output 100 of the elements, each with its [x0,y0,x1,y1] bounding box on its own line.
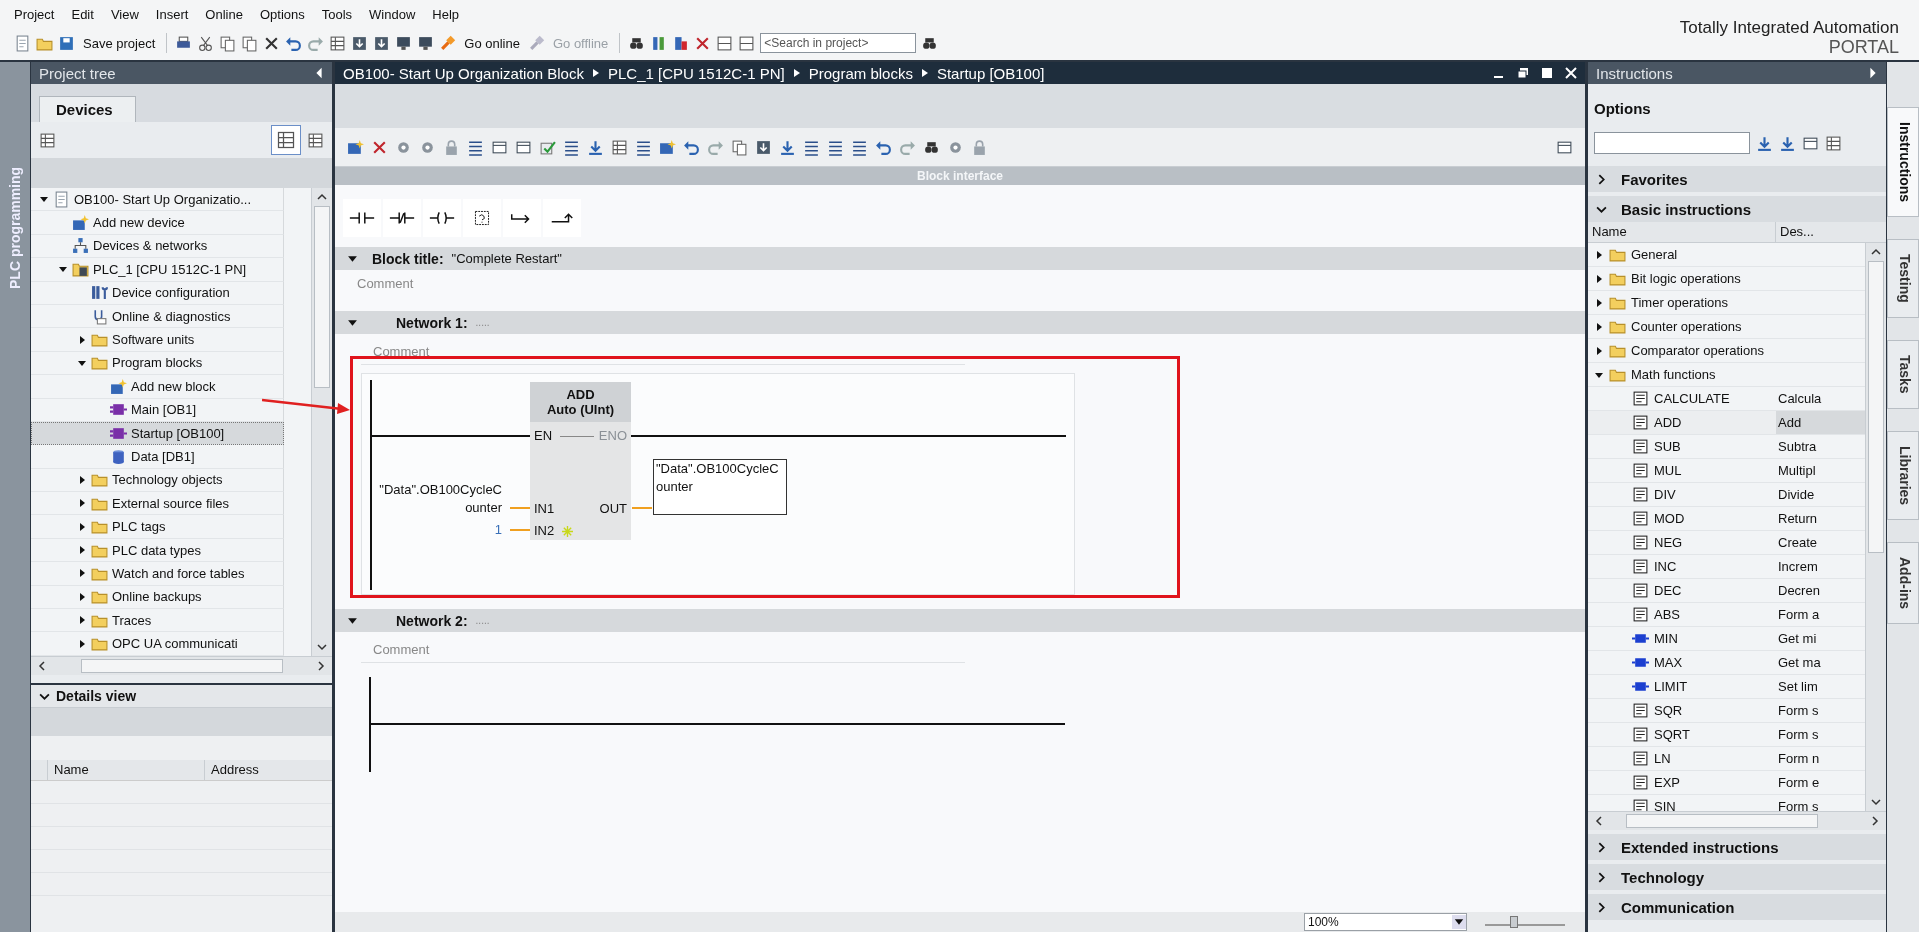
column-header[interactable]: Name [1588,222,1776,242]
open-branch-icon[interactable] [503,199,541,237]
coil-icon[interactable] [423,199,461,237]
scrollbar[interactable] [311,188,332,656]
tree-item[interactable]: Technology objects [31,468,284,493]
download-arrow-icon[interactable] [1756,134,1773,152]
tree-item[interactable]: External source files [31,492,284,516]
tree-item[interactable]: Online & diagnostics [31,304,284,329]
tree-item[interactable]: Watch and force tables [31,562,284,586]
close-branch-icon[interactable] [543,199,581,237]
expander-icon[interactable] [1594,249,1604,260]
instruction-item[interactable]: Comparator operations [1588,339,1865,363]
chevron-icon[interactable] [1596,901,1607,913]
download-icon[interactable] [755,138,772,156]
download-icon[interactable] [351,34,369,52]
contact-icon[interactable] [343,199,381,237]
table-icon[interactable] [307,131,324,149]
monitor-icon[interactable] [395,34,413,52]
list-icon[interactable] [803,138,820,156]
instruction-item[interactable]: LIMIT Set lim [1588,675,1865,699]
side-tab[interactable]: Testing [1887,239,1919,318]
tree-item[interactable]: Startup [OB100] [31,421,284,446]
expander-icon[interactable] [1594,273,1604,284]
menu-item[interactable]: Edit [71,6,94,22]
table-icon[interactable] [1825,134,1842,152]
instruction-item[interactable]: MUL Multipl [1588,459,1865,483]
menu-item[interactable]: Tools [321,6,353,22]
tree-item[interactable]: Main [OB1] [31,398,284,422]
scrollbar[interactable] [1865,243,1886,811]
scroll-up-icon[interactable] [317,192,327,202]
list-icon[interactable] [851,138,868,156]
new-item-icon[interactable] [347,138,364,156]
tree-item[interactable]: Software units [31,328,284,352]
copy-icon[interactable] [219,34,237,52]
instruction-item[interactable]: Bit logic operations [1588,267,1865,291]
instruction-item[interactable]: DIV Divide [1588,483,1865,507]
instruction-item[interactable]: Timer operations [1588,291,1865,315]
tree-item[interactable]: PLC tags [31,515,284,539]
scroll-left-icon[interactable] [1594,816,1604,826]
expander-icon[interactable] [77,638,87,649]
data-type-selector[interactable]: Auto (UInt) [546,402,615,417]
scroll-up-icon[interactable] [1871,247,1881,257]
column-header[interactable]: Des... [1776,222,1814,242]
instruction-item[interactable]: General [1588,243,1865,267]
network-header[interactable]: Network 1: ..... [335,311,1585,334]
expander-icon[interactable] [77,521,87,532]
instruction-item[interactable]: NEG Create [1588,531,1865,555]
tree-item[interactable]: OB100- Start Up Organizatio... [31,188,284,212]
breadcrumb-item[interactable]: Startup [OB100] [936,64,1045,82]
restore-icon[interactable] [1517,67,1529,79]
monitor-icon[interactable] [417,34,435,52]
list-icon[interactable] [635,138,652,156]
expander-icon[interactable] [77,568,87,579]
comment-field[interactable]: Comment [361,638,965,663]
section-header[interactable]: Basic instructions [1588,196,1886,222]
go-online-button[interactable]: Go online [461,33,523,53]
zoom-slider[interactable] [1485,915,1565,929]
instruction-item[interactable]: MAX Get ma [1588,651,1865,675]
section-header[interactable]: Favorites [1588,166,1886,192]
list-icon[interactable] [827,138,844,156]
operand[interactable]: 1 [374,521,502,539]
expander-icon[interactable] [77,498,87,509]
instruction-item[interactable]: DEC Decren [1588,579,1865,603]
search-field[interactable] [1594,132,1750,154]
menu-item[interactable]: View [110,6,139,22]
chevron-icon[interactable] [1596,841,1607,853]
breadcrumb-item[interactable]: PLC_1 [CPU 1512C-1 PN] [607,64,785,82]
scissors-icon[interactable] [197,34,215,52]
scrollbar[interactable] [1588,811,1886,830]
copy-icon[interactable] [731,138,748,156]
add-box[interactable]: ADD Auto (UInt) EN ENO IN1 IN2 OUT [530,382,631,540]
scroll-down-icon[interactable] [1871,797,1881,807]
instruction-item[interactable]: SQR Form s [1588,699,1865,723]
expander-icon[interactable] [347,253,358,264]
instruction-item[interactable]: LN Form n [1588,747,1865,771]
expander-icon[interactable] [77,474,87,485]
close-icon[interactable] [1565,67,1577,79]
side-tab[interactable]: Instructions [1887,107,1919,218]
copy-icon[interactable] [241,34,259,52]
empty-box-icon[interactable] [463,199,501,237]
instruction-item[interactable]: Math functions [1588,363,1865,387]
operand-field[interactable]: "Data".OB100CycleCounter [653,459,787,515]
side-tab[interactable]: Add-ins [1887,541,1919,624]
expander-icon[interactable] [347,615,358,626]
column-header[interactable]: Name [47,760,204,780]
comment-field[interactable]: Comment [361,340,965,365]
download-arrow-icon[interactable] [587,138,604,156]
breadcrumb-item[interactable]: Program blocks [808,64,913,82]
tree-item[interactable]: Device configuration [31,281,284,305]
zoom-dropdown[interactable]: 100% [1304,913,1467,931]
instruction-item[interactable]: ABS Form a [1588,603,1865,627]
scroll-left-icon[interactable] [37,661,47,671]
download-icon[interactable] [373,34,391,52]
expander-icon[interactable] [77,545,87,556]
chevron-icon[interactable] [1596,871,1607,883]
scroll-down-icon[interactable] [317,642,327,652]
tree-item[interactable]: Add new device [31,211,284,235]
table-icon[interactable] [271,125,301,155]
expander-icon[interactable] [347,317,358,328]
tree-item[interactable]: Program blocks [31,351,284,376]
